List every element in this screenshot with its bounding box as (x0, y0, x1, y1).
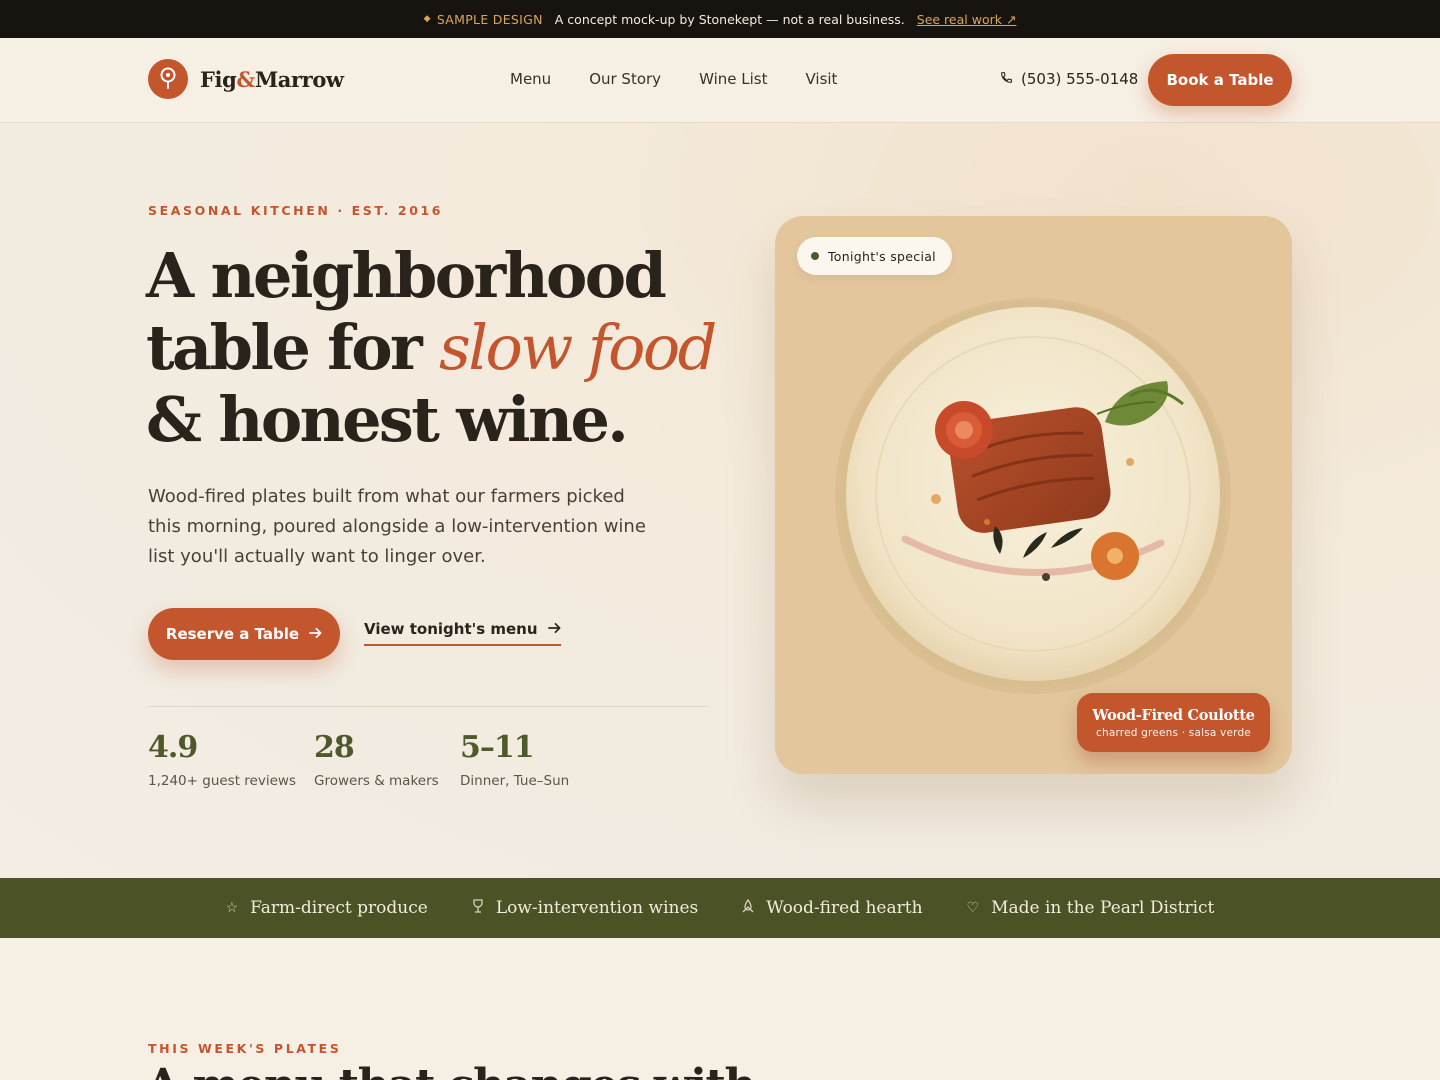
headline-line-2: table for slow food (146, 312, 746, 384)
main-nav: Menu Our Story Wine List Visit (510, 70, 837, 88)
stat-value: 5–11 (460, 730, 535, 765)
reserve-table-button[interactable]: Reserve a Table (148, 608, 340, 660)
logo-word-1: Fig (200, 66, 237, 92)
feature-item: Wood-fired hearth (742, 898, 923, 918)
stat-label: Growers & makers (314, 773, 439, 789)
reserve-table-label: Reserve a Table (165, 625, 300, 643)
sample-banner: ◆ SAMPLE DESIGN A concept mock-up by Sto… (0, 0, 1440, 38)
sample-tag: ◆ SAMPLE DESIGN (424, 12, 543, 27)
stat-hours: 5–11 Dinner, Tue–Sun (460, 730, 569, 789)
hero-divider (148, 706, 708, 707)
stat-growers: 28 Growers & makers (314, 730, 439, 789)
chip-label: Tonight's special (828, 248, 936, 264)
logo[interactable]: Fig&Marrow (148, 59, 344, 99)
feature-label: Made in the Pearl District (991, 898, 1215, 918)
hero-headline: A neighborhood table for slow food & hon… (146, 240, 746, 456)
feature-item: Low-intervention wines (472, 898, 698, 918)
diamond-icon: ◆ (423, 14, 431, 24)
nav-item-menu[interactable]: Menu (510, 70, 551, 88)
phone-number: (503) 555-0148 (1021, 70, 1139, 88)
section-heading: A menu that changes with (146, 1060, 756, 1080)
plate-illustration (835, 298, 1231, 694)
dish-subtitle: charred greens · salsa verde (1096, 726, 1251, 739)
arrow-right-icon (547, 620, 561, 638)
logo-wordmark: Fig&Marrow (200, 67, 344, 92)
feature-item: ♡ Made in the Pearl District (967, 898, 1215, 918)
dish-name: Wood-Fired Coulotte (1092, 706, 1255, 724)
section-eyebrow: THIS WEEK'S PLATES (148, 1041, 342, 1056)
headline-line-2-text: table for (146, 311, 440, 384)
nav-item-visit[interactable]: Visit (805, 70, 837, 88)
flame-icon (742, 898, 754, 917)
feature-item: ☆ Farm-direct produce (226, 898, 428, 918)
arrow-right-icon (309, 625, 322, 643)
view-menu-link[interactable]: View tonight's menu (364, 620, 561, 646)
phone-icon (1000, 70, 1013, 88)
hero-lede: Wood-fired plates built from what our fa… (148, 486, 646, 567)
logo-mark-icon (148, 59, 188, 99)
nav-item-wine-list[interactable]: Wine List (699, 70, 767, 88)
logo-word-2: Marrow (254, 66, 344, 92)
phone-link[interactable]: (503) 555-0148 (1000, 70, 1138, 88)
stat-value: 4.9 (148, 730, 198, 765)
feature-label: Wood-fired hearth (766, 898, 923, 918)
hero-eyebrow: SEASONAL KITCHEN · EST. 2016 (148, 203, 444, 218)
sample-tag-label: SAMPLE DESIGN (436, 11, 543, 27)
site-header: Fig&Marrow Menu Our Story Wine List Visi… (0, 38, 1440, 123)
banner-text: A concept mock-up by Stonekept — not a r… (554, 11, 905, 27)
status-dot-icon (811, 252, 819, 260)
features-strip: ☆ Farm-direct produce Low-intervention w… (0, 878, 1440, 938)
stat-label: 1,240+ guest reviews (148, 773, 296, 789)
tonights-special-chip: Tonight's special (797, 237, 952, 275)
headline-line-3: & honest wine. (146, 383, 629, 456)
heart-icon: ♡ (966, 900, 980, 916)
stat-label: Dinner, Tue–Sun (460, 773, 570, 789)
stat-reviews: 4.9 1,240+ guest reviews (148, 730, 296, 789)
special-card: Tonight's special Wood-Fired Coulotte ch… (775, 216, 1292, 774)
book-table-button[interactable]: Book a Table (1148, 54, 1292, 106)
wine-glass-icon (472, 899, 484, 917)
feature-label: Low-intervention wines (495, 898, 699, 918)
see-real-work-link[interactable]: See real work ↗ (917, 12, 1017, 27)
star-icon: ☆ (225, 900, 239, 916)
dish-label: Wood-Fired Coulotte charred greens · sal… (1077, 693, 1270, 752)
headline-line-1: A neighborhood (146, 239, 667, 312)
view-menu-label: View tonight's menu (364, 620, 538, 638)
stat-value: 28 (314, 730, 355, 765)
feature-label: Farm-direct produce (250, 898, 428, 918)
logo-ampersand: & (236, 66, 255, 92)
headline-accent: slow food (439, 311, 717, 384)
nav-item-our-story[interactable]: Our Story (589, 70, 661, 88)
